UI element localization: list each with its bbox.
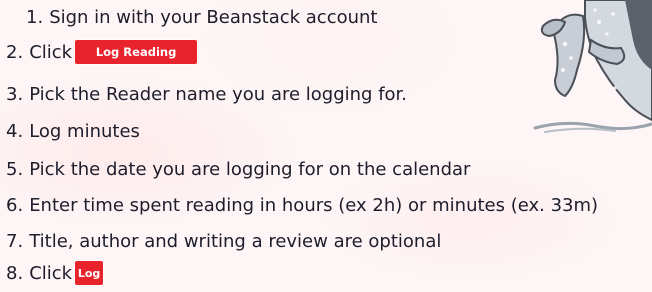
step-6: 6. Enter time spent reading in hours (ex… [6, 191, 598, 219]
step-7: 7. Title, author and writing a review ar… [6, 227, 441, 255]
step-4: 4. Log minutes [6, 117, 140, 145]
step-text: Log minutes [29, 120, 140, 142]
step-number: 1. [26, 6, 44, 28]
step-text: Sign in with your Beanstack account [49, 6, 378, 28]
step-text: Enter time spent reading in hours (ex 2h… [29, 194, 599, 216]
log-reading-button[interactable]: Log Reading [75, 40, 198, 64]
step-2: 2. Click Log Reading [6, 38, 198, 66]
step-text: Click [29, 41, 73, 63]
step-3: 3. Pick the Reader name you are logging … [6, 80, 407, 108]
step-text: Title, author and writing a review are o… [29, 230, 442, 252]
step-1: 1. Sign in with your Beanstack account [26, 3, 378, 31]
step-number: 6. [6, 194, 24, 216]
step-number: 7. [6, 230, 24, 252]
log-button[interactable]: Log [75, 261, 104, 285]
step-number: 4. [6, 120, 24, 142]
step-number: 3. [6, 83, 24, 105]
step-number: 2. [6, 41, 24, 63]
step-text: Pick the Reader name you are logging for… [29, 83, 408, 105]
step-text: Click [29, 262, 73, 284]
step-number: 5. [6, 158, 24, 180]
step-text: Pick the date you are logging for on the… [29, 158, 471, 180]
step-5: 5. Pick the date you are logging for on … [6, 155, 470, 183]
step-number: 8. [6, 262, 24, 284]
step-8: 8. Click Log [6, 259, 104, 287]
cartoon-creature-illustration [533, 0, 652, 133]
